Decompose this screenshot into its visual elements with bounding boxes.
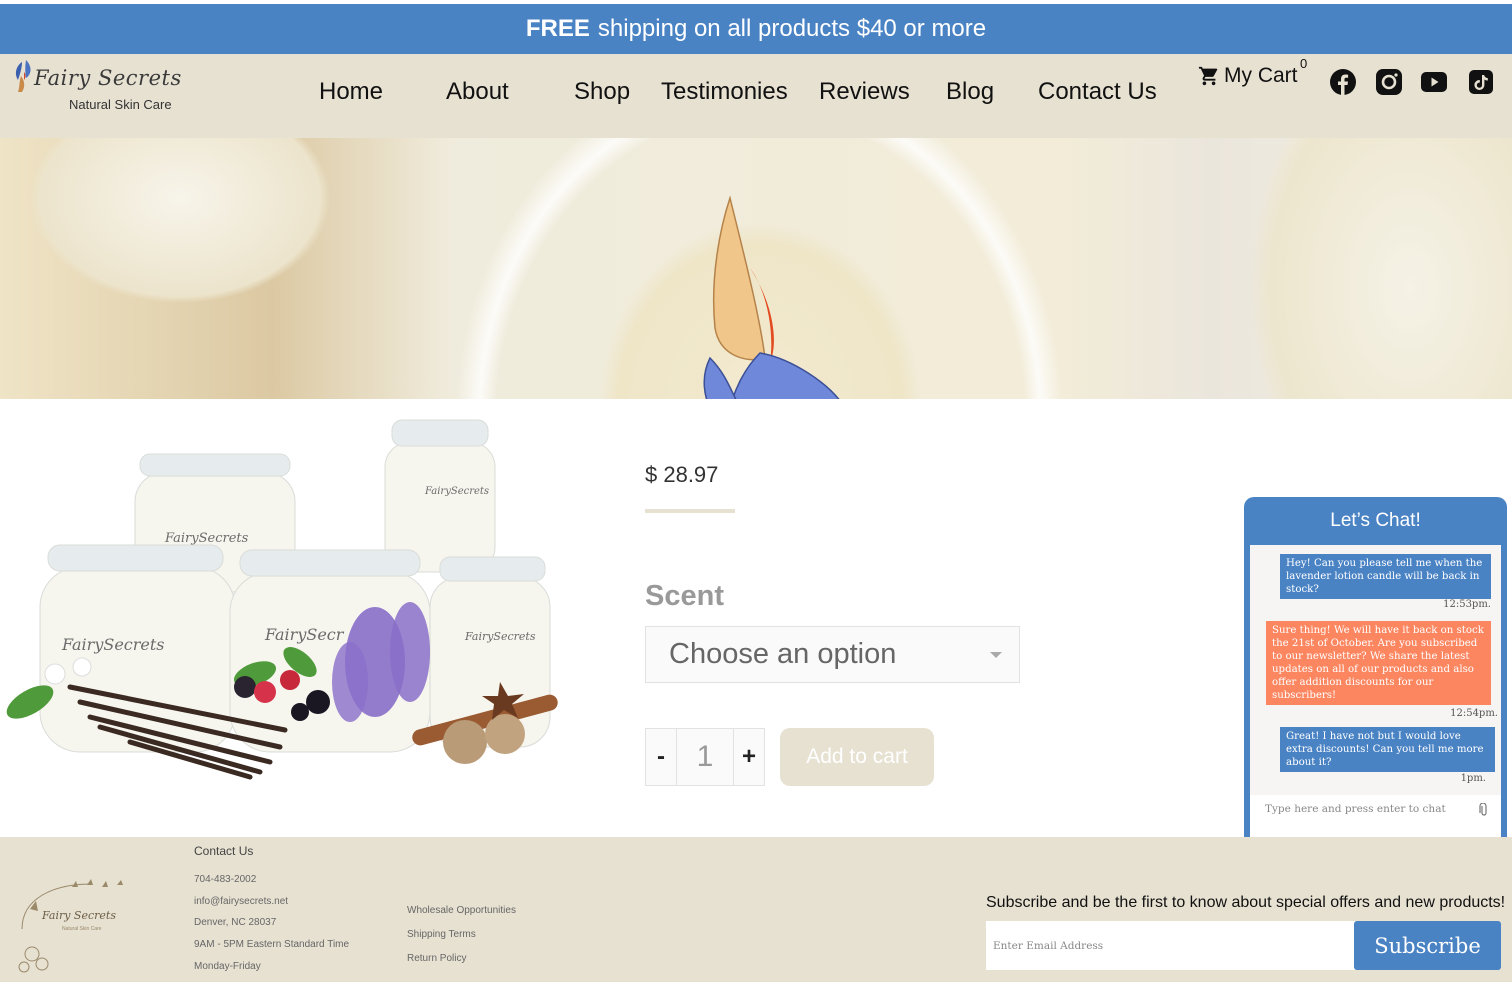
promo-banner: FREE shipping on all products $40 or mor…: [0, 4, 1512, 54]
subscribe-text: Subscribe and be the first to know about…: [986, 894, 1506, 911]
cart-icon: [1198, 66, 1218, 86]
promo-text: shipping on all products $40 or more: [597, 15, 987, 42]
chevron-down-icon: [990, 652, 1002, 658]
site-header: Fairy Secrets Natural Skin Care Home Abo…: [0, 54, 1512, 138]
quantity-decrease-button[interactable]: -: [646, 729, 676, 785]
chat-message-user: Hey! Can you please tell me when the lav…: [1280, 554, 1491, 599]
footer-logo: Fairy Secrets Natural Skin Care: [18, 879, 123, 973]
chat-message-user: Great! I have not but I would love extra…: [1280, 727, 1495, 772]
chat-input-placeholder: Type here and press enter to chat: [1265, 803, 1446, 815]
cart-label: My Cart: [1224, 64, 1298, 87]
nav-contact-us[interactable]: Contact Us: [1038, 78, 1157, 106]
quantity-stepper: - 1 +: [645, 728, 765, 786]
svg-text:FairySecr: FairySecr: [264, 625, 345, 644]
logo-name: Fairy Secrets: [34, 66, 182, 90]
nav-testimonies[interactable]: Testimonies: [661, 78, 788, 106]
footer-link-shipping[interactable]: Shipping Terms: [407, 929, 476, 940]
logo-tagline: Natural Skin Care: [69, 97, 172, 112]
svg-text:FairySecrets: FairySecrets: [164, 531, 249, 546]
hero-banner-image: [0, 138, 1512, 399]
nav-blog[interactable]: Blog: [946, 78, 994, 106]
nav-home[interactable]: Home: [319, 78, 383, 106]
svg-text:Natural Skin Care: Natural Skin Care: [62, 926, 102, 932]
footer-email[interactable]: info@fairysecrets.net: [194, 896, 288, 907]
promo-bold: FREE: [525, 15, 590, 42]
product-image: FairySecrets FairySecrets FairySecrets F…: [6, 419, 558, 780]
site-logo[interactable]: Fairy Secrets Natural Skin Care: [12, 58, 192, 118]
chat-widget: Let’s Chat! Hey! Can you please tell me …: [1244, 497, 1507, 837]
footer-hours: 9AM - 5PM Eastern Standard Time: [194, 939, 350, 950]
cart-link[interactable]: My Cart: [1198, 64, 1298, 88]
footer-contact-heading: Contact Us: [194, 844, 254, 858]
nav-about[interactable]: About: [446, 78, 509, 106]
footer-days: Monday-Friday: [194, 961, 261, 972]
footer-link-returns[interactable]: Return Policy: [407, 953, 466, 964]
fairy-logo-icon: [15, 60, 31, 92]
scent-select[interactable]: Choose an option: [645, 626, 1020, 683]
facebook-icon[interactable]: [1329, 68, 1357, 96]
email-placeholder: Enter Email Address: [993, 939, 1104, 952]
chat-timestamp: 12:53pm.: [1443, 599, 1491, 610]
nav-reviews[interactable]: Reviews: [819, 78, 910, 106]
candle-jar: [39, 419, 551, 753]
add-to-cart-button[interactable]: Add to cart: [780, 728, 934, 786]
paperclip-icon[interactable]: [1479, 803, 1489, 817]
product-price: $ 28.97: [645, 462, 719, 487]
footer-link-wholesale[interactable]: Wholesale Opportunities: [407, 905, 516, 916]
subscribe-button[interactable]: Subscribe: [1354, 921, 1501, 970]
youtube-icon[interactable]: [1420, 68, 1448, 96]
price-divider: [645, 509, 735, 513]
scent-label: Scent: [645, 580, 724, 612]
svg-text:FairySecrets: FairySecrets: [464, 630, 536, 643]
site-footer: Fairy Secrets Natural Skin Care Contact …: [0, 837, 1512, 982]
svg-text:Fairy Secrets: Fairy Secrets: [41, 909, 116, 922]
chat-input[interactable]: Type here and press enter to chat: [1250, 795, 1501, 837]
footer-address: Denver, NC 28037: [194, 917, 277, 928]
chat-timestamp: 12:54pm.: [1450, 708, 1498, 719]
scent-select-value: Choose an option: [669, 638, 897, 670]
quantity-increase-button[interactable]: +: [734, 729, 764, 785]
chat-messages: Hey! Can you please tell me when the lav…: [1250, 545, 1501, 837]
tiktok-icon[interactable]: [1467, 68, 1495, 96]
cart-count-badge: 0: [1300, 56, 1308, 71]
chat-message-agent: Sure thing! We will have it back on stoc…: [1266, 621, 1491, 705]
nav-shop[interactable]: Shop: [574, 78, 630, 106]
fairy-illustration: [703, 195, 840, 399]
chat-timestamp: 1pm.: [1460, 773, 1486, 784]
svg-text:FairySecrets: FairySecrets: [424, 486, 489, 497]
email-input[interactable]: Enter Email Address: [986, 921, 1356, 970]
quantity-input[interactable]: 1: [676, 729, 734, 785]
instagram-icon[interactable]: [1375, 68, 1403, 96]
svg-text:FairySecrets: FairySecrets: [61, 635, 165, 654]
footer-phone[interactable]: 704-483-2002: [194, 874, 256, 885]
chat-title[interactable]: Let’s Chat!: [1244, 510, 1507, 532]
